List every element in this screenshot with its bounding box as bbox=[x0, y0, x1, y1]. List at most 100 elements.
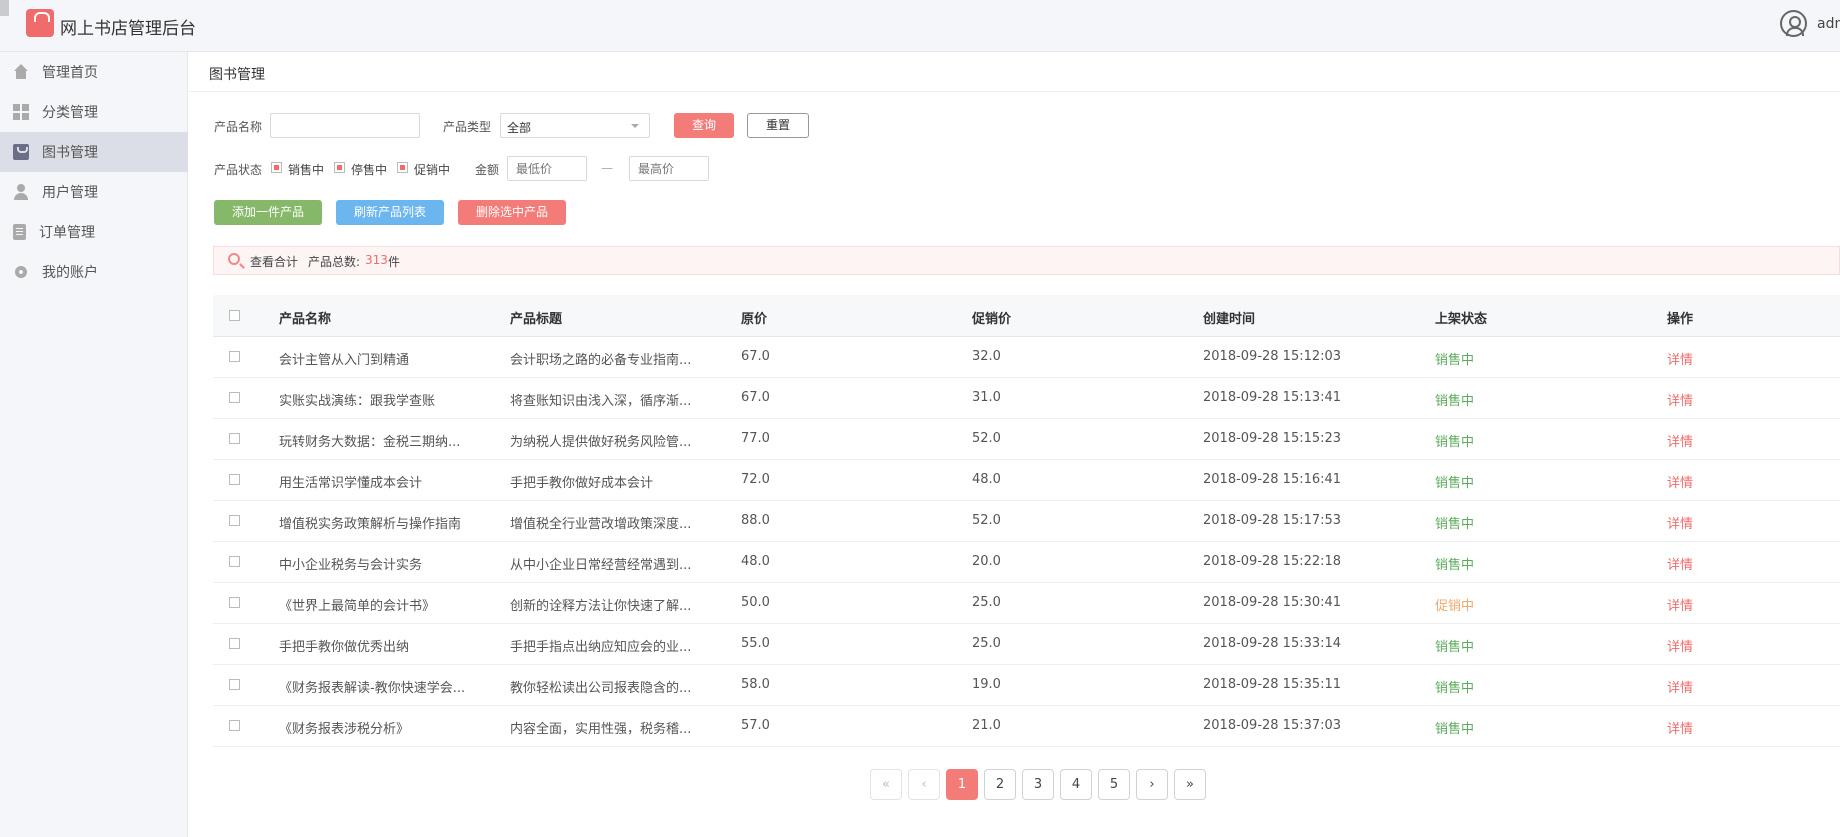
cell-status: 促销中 bbox=[1435, 599, 1475, 614]
cell-product-name: 《财务报表涉税分析》 bbox=[279, 722, 410, 737]
select-all-checkbox[interactable] bbox=[229, 310, 240, 321]
table-row: 《财务报表涉税分析》 内容全面，实用性强，税务稽... 57.0 21.0 2018-0… bbox=[213, 706, 1840, 747]
cell-price: 88.0 bbox=[741, 513, 770, 528]
details-link[interactable]: 详情 bbox=[1667, 349, 1693, 368]
cell-product-title: 手把手教你做好成本会计 bbox=[510, 476, 654, 491]
row-checkbox[interactable] bbox=[229, 351, 240, 362]
row-checkbox[interactable] bbox=[229, 597, 240, 608]
sidebar-item-account[interactable]: 我的账户 bbox=[0, 252, 188, 292]
cell-product-title: 内容全面，实用性强，税务稽... bbox=[510, 722, 692, 737]
row-checkbox[interactable] bbox=[229, 392, 240, 403]
cell-product-title: 从中小企业日常经营经常遇到... bbox=[510, 558, 692, 573]
status-promo-label: 促销中 bbox=[414, 163, 451, 177]
reset-button[interactable]: 重置 bbox=[747, 113, 809, 138]
product-name-input[interactable] bbox=[270, 113, 420, 138]
cell-price: 72.0 bbox=[741, 472, 770, 487]
sidebar-item-books[interactable]: 图书管理 bbox=[0, 132, 188, 172]
sidebar: 管理首页 分类管理 图书管理 用户管理 订单管理 我的账户 bbox=[0, 52, 188, 837]
last-page-button[interactable]: » bbox=[1174, 769, 1206, 800]
cell-price: 57.0 bbox=[741, 718, 770, 733]
page-title: 图书管理 bbox=[209, 67, 265, 83]
sidebar-item-home[interactable]: 管理首页 bbox=[0, 52, 188, 92]
table-row: 会计主管从入门到精通 会计职场之路的必备专业指南... 67.0 32.0 2018-0… bbox=[213, 337, 1840, 378]
cell-product-name: 手把手教你做优秀出纳 bbox=[279, 640, 410, 655]
column-header: 创建时间 bbox=[1203, 312, 1256, 327]
details-link[interactable]: 详情 bbox=[1667, 431, 1693, 450]
cell-product-name: 实账实战演练：跟我学查账 bbox=[279, 394, 436, 409]
sidebar-item-orders[interactable]: 订单管理 bbox=[0, 212, 188, 252]
cell-status: 销售中 bbox=[1435, 681, 1475, 696]
details-link[interactable]: 详情 bbox=[1667, 595, 1693, 614]
query-button[interactable]: 查询 bbox=[674, 113, 734, 138]
next-page-button[interactable]: › bbox=[1136, 769, 1168, 800]
row-checkbox[interactable] bbox=[229, 433, 240, 444]
sidebar-item-category[interactable]: 分类管理 bbox=[0, 92, 188, 132]
cell-promo-price: 20.0 bbox=[972, 554, 1001, 569]
page-button-1[interactable]: 1 bbox=[946, 769, 978, 800]
view-total-label: 查看合计 bbox=[250, 255, 299, 269]
app-title: 网上书店管理后台 bbox=[60, 19, 196, 39]
page-button-3[interactable]: 3 bbox=[1022, 769, 1054, 800]
sidebar-item-label: 分类管理 bbox=[42, 105, 98, 121]
cell-created-time: 2018-09-28 15:37:03 bbox=[1203, 718, 1342, 733]
details-link[interactable]: 详情 bbox=[1667, 513, 1693, 532]
table-row: 中小企业税务与会计实务 从中小企业日常经营经常遇到... 48.0 20.0 2018-… bbox=[213, 542, 1840, 583]
product-type-select[interactable]: 全部 bbox=[500, 113, 650, 138]
summary-bar: 查看合计 产品总数: 313 件 bbox=[213, 246, 1840, 275]
details-link[interactable]: 详情 bbox=[1667, 718, 1693, 737]
column-header: 促销价 bbox=[972, 312, 1012, 327]
status-on-sale-checkbox[interactable] bbox=[271, 162, 282, 173]
cell-status: 销售中 bbox=[1435, 353, 1475, 368]
cell-product-title: 为纳税人提供做好税务风险管... bbox=[510, 435, 692, 450]
details-link[interactable]: 详情 bbox=[1667, 390, 1693, 409]
column-header: 产品名称 bbox=[279, 312, 332, 327]
row-checkbox[interactable] bbox=[229, 720, 240, 731]
add-product-button[interactable]: 添加一件产品 bbox=[214, 200, 322, 225]
user-avatar-icon[interactable] bbox=[1780, 10, 1807, 37]
cell-promo-price: 19.0 bbox=[972, 677, 1001, 692]
refresh-list-button[interactable]: 刷新产品列表 bbox=[336, 200, 444, 225]
cell-created-time: 2018-09-28 15:13:41 bbox=[1203, 390, 1342, 405]
cell-promo-price: 32.0 bbox=[972, 349, 1001, 364]
row-checkbox[interactable] bbox=[229, 679, 240, 690]
row-checkbox[interactable] bbox=[229, 515, 240, 526]
page-button-4[interactable]: 4 bbox=[1060, 769, 1092, 800]
page-title-bar: 图书管理 bbox=[189, 52, 1840, 92]
book-icon bbox=[13, 144, 29, 160]
cell-product-name: 玩转财务大数据：金税三期纳... bbox=[279, 435, 461, 450]
home-icon bbox=[13, 64, 29, 80]
prev-page-button[interactable]: ‹ bbox=[908, 769, 940, 800]
cell-promo-price: 52.0 bbox=[972, 513, 1001, 528]
details-link[interactable]: 详情 bbox=[1667, 554, 1693, 573]
row-checkbox[interactable] bbox=[229, 556, 240, 567]
table-row: 玩转财务大数据：金税三期纳... 为纳税人提供做好税务风险管... 77.0 52.0… bbox=[213, 419, 1840, 460]
product-type-label: 产品类型 bbox=[443, 120, 492, 134]
cell-created-time: 2018-09-28 15:35:11 bbox=[1203, 677, 1342, 692]
total-count-unit: 件 bbox=[388, 255, 401, 269]
cell-price: 67.0 bbox=[741, 390, 770, 405]
min-price-input[interactable] bbox=[507, 156, 587, 181]
max-price-input[interactable] bbox=[629, 156, 709, 181]
sidebar-item-users[interactable]: 用户管理 bbox=[0, 172, 188, 212]
first-page-button[interactable]: « bbox=[870, 769, 902, 800]
table-header: 产品名称 产品标题 原价 促销价 创建时间 上架状态 操作 bbox=[213, 295, 1840, 337]
table-row: 增值税实务政策解析与操作指南 增值税全行业营改增政策深度... 88.0 52.0 20… bbox=[213, 501, 1840, 542]
product-status-label: 产品状态 bbox=[214, 163, 263, 177]
row-checkbox[interactable] bbox=[229, 474, 240, 485]
cell-status: 销售中 bbox=[1435, 517, 1475, 532]
status-promo-checkbox[interactable] bbox=[397, 162, 408, 173]
row-checkbox[interactable] bbox=[229, 638, 240, 649]
sidebar-item-label: 图书管理 bbox=[42, 145, 98, 161]
cell-product-name: 用生活常识学懂成本会计 bbox=[279, 476, 423, 491]
page-button-2[interactable]: 2 bbox=[984, 769, 1016, 800]
details-link[interactable]: 详情 bbox=[1667, 472, 1693, 491]
clipboard-icon bbox=[13, 224, 26, 240]
delete-selected-button[interactable]: 删除选中产品 bbox=[458, 200, 566, 225]
user-icon bbox=[13, 184, 29, 200]
user-name[interactable]: admin bbox=[1817, 16, 1840, 32]
sidebar-item-label: 订单管理 bbox=[39, 225, 95, 241]
status-stopped-checkbox[interactable] bbox=[334, 162, 345, 173]
details-link[interactable]: 详情 bbox=[1667, 677, 1693, 696]
details-link[interactable]: 详情 bbox=[1667, 636, 1693, 655]
page-button-5[interactable]: 5 bbox=[1098, 769, 1130, 800]
